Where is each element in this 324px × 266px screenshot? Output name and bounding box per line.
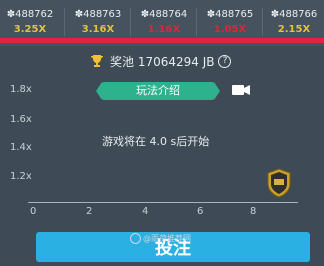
x-tick: 6 <box>197 206 204 217</box>
divider <box>130 8 131 36</box>
trophy-icon <box>91 55 103 67</box>
x-axis <box>28 202 298 203</box>
video-icon[interactable] <box>232 84 250 96</box>
history-round[interactable]: ✽488762 3.25X <box>0 8 60 40</box>
divider <box>64 8 65 36</box>
watermark-label: @雨荷推荐网 <box>143 234 191 243</box>
round-multiplier: 3.25X <box>13 24 47 35</box>
round-id: ✽488763 <box>74 9 122 20</box>
help-icon[interactable]: ? <box>218 54 232 68</box>
x-tick: 4 <box>142 206 149 217</box>
x-tick: 2 <box>86 206 93 217</box>
countdown-text: 游戏将在 4.0 s后开始 <box>102 135 210 148</box>
shield-badge-icon[interactable] <box>266 168 292 198</box>
history-round[interactable]: ✽488765 1.05X <box>200 8 260 40</box>
y-tick: 1.6x <box>10 114 32 125</box>
round-id: ✽488762 <box>6 9 54 20</box>
jackpot-label: 奖池 17064294 JB <box>110 54 215 69</box>
jackpot-display: 奖池 17064294 JB ? <box>90 52 232 70</box>
watermark: @雨荷推荐网 <box>130 233 191 244</box>
x-tick: 8 <box>250 206 257 217</box>
divider <box>262 8 263 36</box>
y-tick: 1.2x <box>10 171 32 182</box>
round-id: ✽488765 <box>206 9 254 20</box>
round-multiplier: 1.05X <box>213 24 247 35</box>
history-round[interactable]: ✽488764 1.16X <box>134 8 194 40</box>
round-id: ✽488764 <box>140 9 188 20</box>
y-tick: 1.4x <box>10 142 32 153</box>
round-multiplier: 3.16X <box>81 24 115 35</box>
history-underline <box>0 38 324 43</box>
history-round[interactable]: ✽488766 2.15X <box>264 8 324 40</box>
y-tick: 1.8x <box>10 84 32 95</box>
round-multiplier: 1.16X <box>147 24 181 35</box>
history-round[interactable]: ✽488763 3.16X <box>68 8 128 40</box>
round-id: ✽488766 <box>270 9 318 20</box>
how-to-play-button[interactable]: 玩法介绍 <box>96 82 220 100</box>
round-history-bar: ✽488762 3.25X ✽488763 3.16X ✽488764 1.16… <box>0 0 324 46</box>
x-tick: 0 <box>30 206 37 217</box>
watermark-icon <box>130 233 141 244</box>
divider <box>196 8 197 36</box>
round-multiplier: 2.15X <box>277 24 311 35</box>
